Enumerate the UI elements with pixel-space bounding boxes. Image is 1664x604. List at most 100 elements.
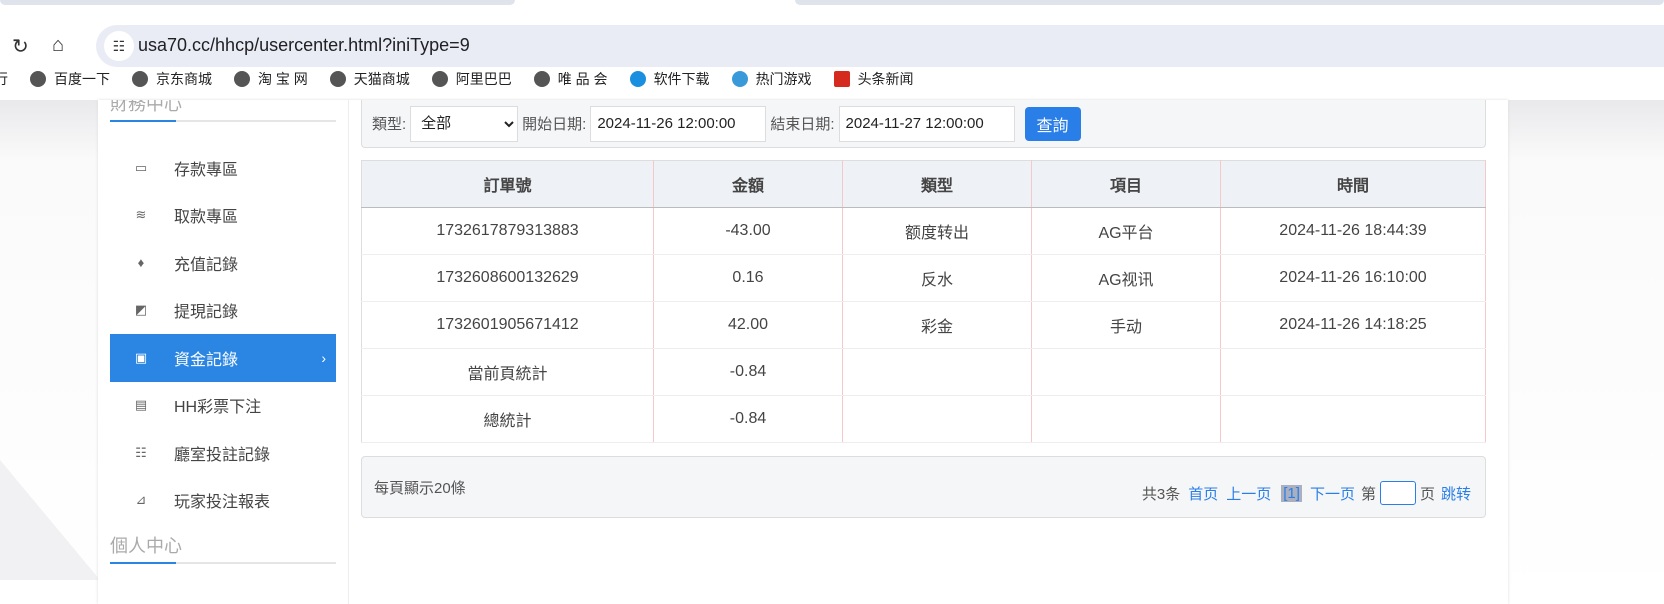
bookmark[interactable]: 百度一下	[30, 69, 110, 89]
bookmarks-bar: 行 百度一下 京东商城 淘 宝 网 天猫商城 阿里巴巴 唯 品 会 软件下载 热…	[0, 62, 1664, 96]
type-select[interactable]: 全部	[410, 105, 519, 142]
bookmark-label: 百度一下	[54, 71, 110, 87]
section-personal-title: 個人中心	[110, 536, 182, 556]
sidebar-item-withdraw[interactable]: ≋ 取款專區	[110, 192, 336, 240]
grand-total-row: 總統計 -0.84	[361, 395, 1486, 443]
cell: 1732601905671412	[361, 301, 654, 349]
bookmark[interactable]: 软件下载	[629, 69, 710, 89]
cell: AG平台	[1031, 207, 1221, 255]
cell: 手动	[1031, 301, 1221, 349]
sidebar-item-recharge-records[interactable]: ♦ 充值記錄	[110, 239, 336, 287]
cell: 彩金	[842, 301, 1032, 349]
end-date-label: 結束日期:	[770, 116, 835, 133]
section-finance-title: 財務中心	[110, 100, 182, 114]
query-button[interactable]: 查詢	[1024, 106, 1081, 141]
bookmark[interactable]: 京东商城	[132, 69, 212, 89]
bookmark-label: 淘 宝 网	[258, 71, 308, 87]
bookmark[interactable]: 阿里巴巴	[431, 69, 512, 89]
sidebar-item-lottery-bets[interactable]: ▤ HH彩票下注	[110, 382, 336, 430]
news-icon	[833, 71, 850, 87]
game-mascot-icon	[731, 71, 748, 87]
tab-strip	[0, 0, 1664, 12]
bookmark-label: 阿里巴巴	[455, 71, 512, 87]
toolbar: ↻ ⌂ ☷ usa70.cc/hhcp/usercenter.html?iniT…	[0, 12, 1664, 67]
filter-bar: 類型: 全部 開始日期: 結束日期: 查詢	[361, 100, 1486, 148]
grand-total-label: 總統計	[361, 395, 654, 443]
header-item: 項目	[1031, 160, 1221, 208]
cell: AG视讯	[1031, 254, 1221, 302]
globe-icon	[132, 71, 148, 87]
label: 取款專區	[174, 209, 239, 227]
header-amount: 金額	[653, 160, 843, 208]
table-row: 1732601905671412 42.00 彩金 手动 2024-11-26 14:1…	[361, 301, 1486, 349]
bookmark[interactable]: 热门游戏	[731, 69, 812, 89]
cell: 2024-11-26 14:18:25	[1220, 301, 1486, 349]
reload-icon[interactable]: ↻	[12, 34, 29, 59]
cell: 1732608600132629	[361, 254, 654, 302]
first-page-link[interactable]: 首页	[1188, 483, 1218, 504]
header-order-no: 訂單號	[361, 160, 654, 208]
ticket-icon: ▤	[134, 397, 148, 413]
bookmark-label: 唯 品 会	[557, 71, 608, 87]
prev-page-link[interactable]: 上一页	[1226, 483, 1271, 504]
cell: 1732617879313883	[361, 207, 654, 255]
cell: 42.00	[653, 301, 843, 349]
page-total-value: -0.84	[653, 348, 843, 396]
table-row: 1732608600132629 0.16 反水 AG视讯 2024-11-26 16:…	[361, 254, 1486, 302]
bookmark[interactable]: 天猫商城	[329, 69, 410, 89]
pagination: 每頁顯示20條 共3条 首页 上一页 [1] 下一页 第 页 跳转	[361, 456, 1486, 518]
globe-icon	[30, 71, 46, 87]
cell: 0.16	[653, 254, 843, 302]
cell: 2024-11-26 16:10:00	[1220, 254, 1486, 302]
url-text: usa70.cc/hhcp/usercenter.html?iniType=9	[138, 35, 470, 55]
card-icon: ▭	[134, 159, 148, 175]
type-label: 類型:	[372, 116, 407, 133]
sidebar-item-hall-bets[interactable]: ☷ 廳室投註記錄	[110, 429, 336, 477]
bookmark[interactable]: 头条新闻	[833, 69, 914, 89]
cell: 反水	[842, 254, 1032, 302]
grand-total-value: -0.84	[653, 395, 843, 443]
address-bar[interactable]: ☷ usa70.cc/hhcp/usercenter.html?iniType=…	[96, 25, 1664, 67]
label: 存款專區	[174, 161, 239, 179]
page-number-input[interactable]	[1379, 481, 1416, 505]
per-page-text: 每頁顯示20條	[374, 480, 466, 497]
bookmark[interactable]: 淘 宝 网	[234, 69, 308, 89]
sidebar-item-player-report[interactable]: ⊿ 玩家投注報表	[110, 477, 336, 525]
label: HH彩票下注	[174, 399, 262, 417]
bookmark-fragment[interactable]: 行	[0, 69, 8, 89]
bookmark-label: 头条新闻	[857, 71, 914, 87]
label: 充值記錄	[174, 256, 239, 274]
label: 提現記錄	[174, 304, 239, 322]
cell: 2024-11-26 18:44:39	[1220, 207, 1486, 255]
sidebar-item-fund-records[interactable]: ▣ 資金記錄 ›	[110, 334, 336, 382]
bookmark-label: 京东商城	[156, 71, 212, 87]
sidebar: 財務中心 ▭ 存款專區 ≋ 取款專區 ♦ 充值記錄 ◩ 提現記錄 ▣ 資金記錄 › ▤ HH彩…	[110, 100, 336, 564]
next-page-link[interactable]: 下一页	[1310, 483, 1355, 504]
chevron-right-icon: ›	[321, 349, 326, 366]
jump-link[interactable]: 跳转	[1441, 483, 1471, 504]
globe-icon	[431, 71, 448, 87]
main-content: 類型: 全部 開始日期: 結束日期: 查詢 訂單號 金額 類型 項目 時間 17…	[361, 100, 1486, 518]
total-count: 共3条	[1141, 485, 1181, 503]
start-date-label: 開始日期:	[522, 116, 587, 133]
label: 資金記錄	[174, 351, 239, 369]
cell: -43.00	[653, 207, 843, 255]
list-icon: ☷	[135, 444, 147, 460]
sidebar-item-deposit[interactable]: ▭ 存款專區	[110, 144, 336, 192]
label: 廳室投註記錄	[174, 446, 271, 464]
funds-icon: ▣	[134, 349, 148, 365]
page: 財務中心 ▭ 存款專區 ≋ 取款專區 ♦ 充值記錄 ◩ 提現記錄 ▣ 資金記錄 › ▤ HH彩…	[0, 100, 1664, 604]
start-date-input[interactable]	[590, 105, 767, 142]
chart-icon: ⊿	[135, 492, 147, 508]
current-page: [1]	[1281, 484, 1302, 502]
site-settings-icon[interactable]: ☷	[104, 31, 134, 61]
wallet-icon: ◩	[134, 302, 148, 318]
page-total-row: 當前頁統計 -0.84	[361, 348, 1486, 396]
globe-icon	[533, 71, 550, 87]
bookmark[interactable]: 唯 品 会	[533, 69, 608, 89]
home-icon[interactable]: ⌂	[52, 34, 64, 57]
end-date-input[interactable]	[838, 105, 1015, 142]
header-time: 時間	[1220, 160, 1486, 208]
sidebar-item-withdraw-records[interactable]: ◩ 提現記錄	[110, 287, 336, 335]
goto-suffix: 页	[1419, 485, 1435, 503]
